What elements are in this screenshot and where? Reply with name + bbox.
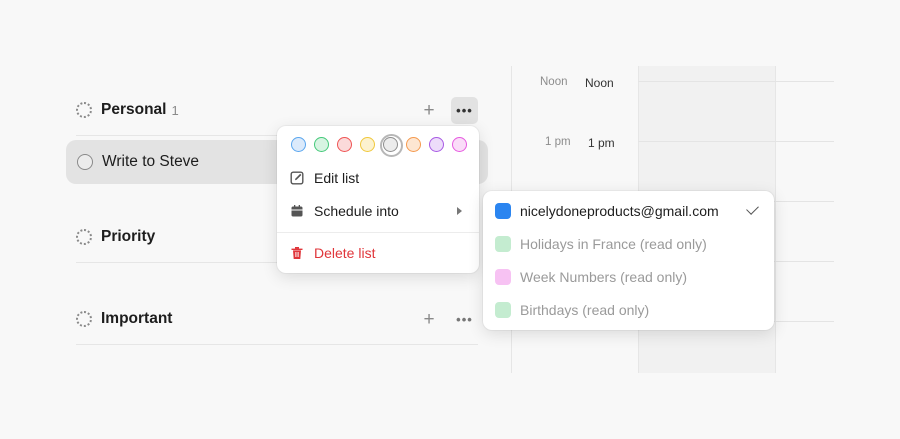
calendar-hour-line	[638, 141, 834, 142]
color-swatch-yellow[interactable]	[360, 137, 375, 152]
chevron-right-icon	[457, 207, 462, 215]
edit-list-label: Edit list	[314, 170, 360, 186]
calendar-color-swatch	[495, 302, 511, 318]
calendar-option: Holidays in France (read only)	[483, 229, 774, 259]
list-header-personal[interactable]: Personal 1 + •••	[76, 96, 478, 124]
calendar-color-swatch	[495, 236, 511, 252]
time-label-noon-secondary: Noon	[585, 76, 614, 90]
edit-list-menu-item[interactable]: Edit list	[277, 163, 479, 193]
calendar-name: Birthdays (read only)	[520, 302, 650, 318]
list-count: 1	[171, 102, 179, 118]
calendar-color-swatch	[495, 203, 511, 219]
list-title: Priority	[101, 228, 156, 245]
ellipsis-icon[interactable]: •••	[451, 96, 478, 124]
time-label-1pm: 1 pm	[545, 136, 571, 148]
color-swatch-green[interactable]	[314, 137, 329, 152]
time-label-noon: Noon	[540, 76, 568, 88]
calendar-option: Birthdays (read only)	[483, 295, 774, 325]
list-progress-icon	[76, 102, 92, 118]
list-context-menu: Edit list Schedule into Delete list	[277, 126, 479, 273]
color-swatch-orange[interactable]	[406, 137, 421, 152]
delete-list-label: Delete list	[314, 245, 376, 261]
trash-icon	[290, 246, 304, 260]
color-swatch-row	[291, 134, 467, 157]
list-title: Important	[101, 310, 173, 327]
calendar-name: Week Numbers (read only)	[520, 269, 688, 285]
plus-icon[interactable]: +	[417, 307, 441, 331]
list-divider	[76, 344, 478, 345]
color-swatch-pink[interactable]	[452, 137, 467, 152]
time-label-1pm-secondary: 1 pm	[588, 136, 615, 150]
calendar-column-divider	[775, 66, 776, 373]
task-label: Write to Steve	[102, 153, 200, 170]
color-swatch-gray[interactable]	[380, 134, 403, 157]
list-progress-icon	[76, 311, 92, 327]
plus-icon[interactable]: +	[417, 98, 441, 122]
calendar-option[interactable]: nicelydoneproducts@gmail.com	[483, 196, 774, 226]
color-swatch-blue[interactable]	[291, 137, 306, 152]
schedule-calendar-submenu: nicelydoneproducts@gmail.com Holidays in…	[483, 191, 774, 330]
color-swatch-red[interactable]	[337, 137, 352, 152]
calendar-name: nicelydoneproducts@gmail.com	[520, 203, 719, 219]
calendar-hour-line	[638, 81, 834, 82]
list-header-important[interactable]: Important + •••	[76, 305, 478, 333]
ellipsis-icon[interactable]: •••	[451, 306, 478, 333]
calendar-option: Week Numbers (read only)	[483, 262, 774, 292]
calendar-icon	[290, 204, 304, 218]
menu-separator	[277, 232, 479, 233]
calendar-name: Holidays in France (read only)	[520, 236, 707, 252]
schedule-into-menu-item[interactable]: Schedule into	[277, 196, 479, 226]
list-title: Personal	[101, 101, 167, 118]
color-swatch-purple[interactable]	[429, 137, 444, 152]
delete-list-menu-item[interactable]: Delete list	[277, 238, 479, 268]
schedule-into-label: Schedule into	[314, 203, 399, 219]
calendar-color-swatch	[495, 269, 511, 285]
task-checkbox[interactable]	[77, 154, 93, 170]
list-progress-icon	[76, 229, 92, 245]
pencil-icon	[290, 171, 304, 185]
checkmark-icon	[746, 202, 759, 215]
